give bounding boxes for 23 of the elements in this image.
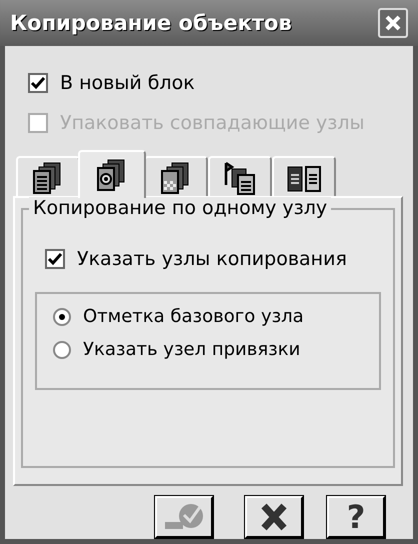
cancel-icon: [259, 502, 289, 532]
radio-button[interactable]: [53, 308, 71, 326]
tab[interactable]: [272, 156, 336, 198]
tab[interactable]: [208, 156, 272, 198]
group-title: Копирование по одному узлу: [29, 197, 332, 219]
close-button[interactable]: [378, 8, 408, 38]
radio-button[interactable]: [53, 340, 71, 358]
flag-document-icon: [222, 161, 258, 195]
checkbox-label: Упаковать совпадающие узлы: [60, 112, 364, 134]
tab[interactable]: [144, 156, 208, 198]
radio-label: Указать узел привязки: [83, 339, 300, 360]
radio-label: Отметка базового узла: [83, 306, 304, 327]
tab[interactable]: [16, 156, 80, 198]
close-icon: [384, 14, 402, 32]
checkbox-label: Указать узлы копирования: [77, 248, 347, 270]
checkmark-icon: [163, 502, 205, 532]
checkbox[interactable]: [45, 249, 65, 269]
help-button[interactable]: ?: [327, 496, 385, 538]
tab[interactable]: [78, 150, 146, 198]
cancel-button[interactable]: [245, 496, 303, 538]
checkbox[interactable]: [28, 73, 48, 93]
checkbox-label: В новый блок: [60, 72, 195, 94]
window-title: Копирование объектов: [10, 11, 292, 35]
